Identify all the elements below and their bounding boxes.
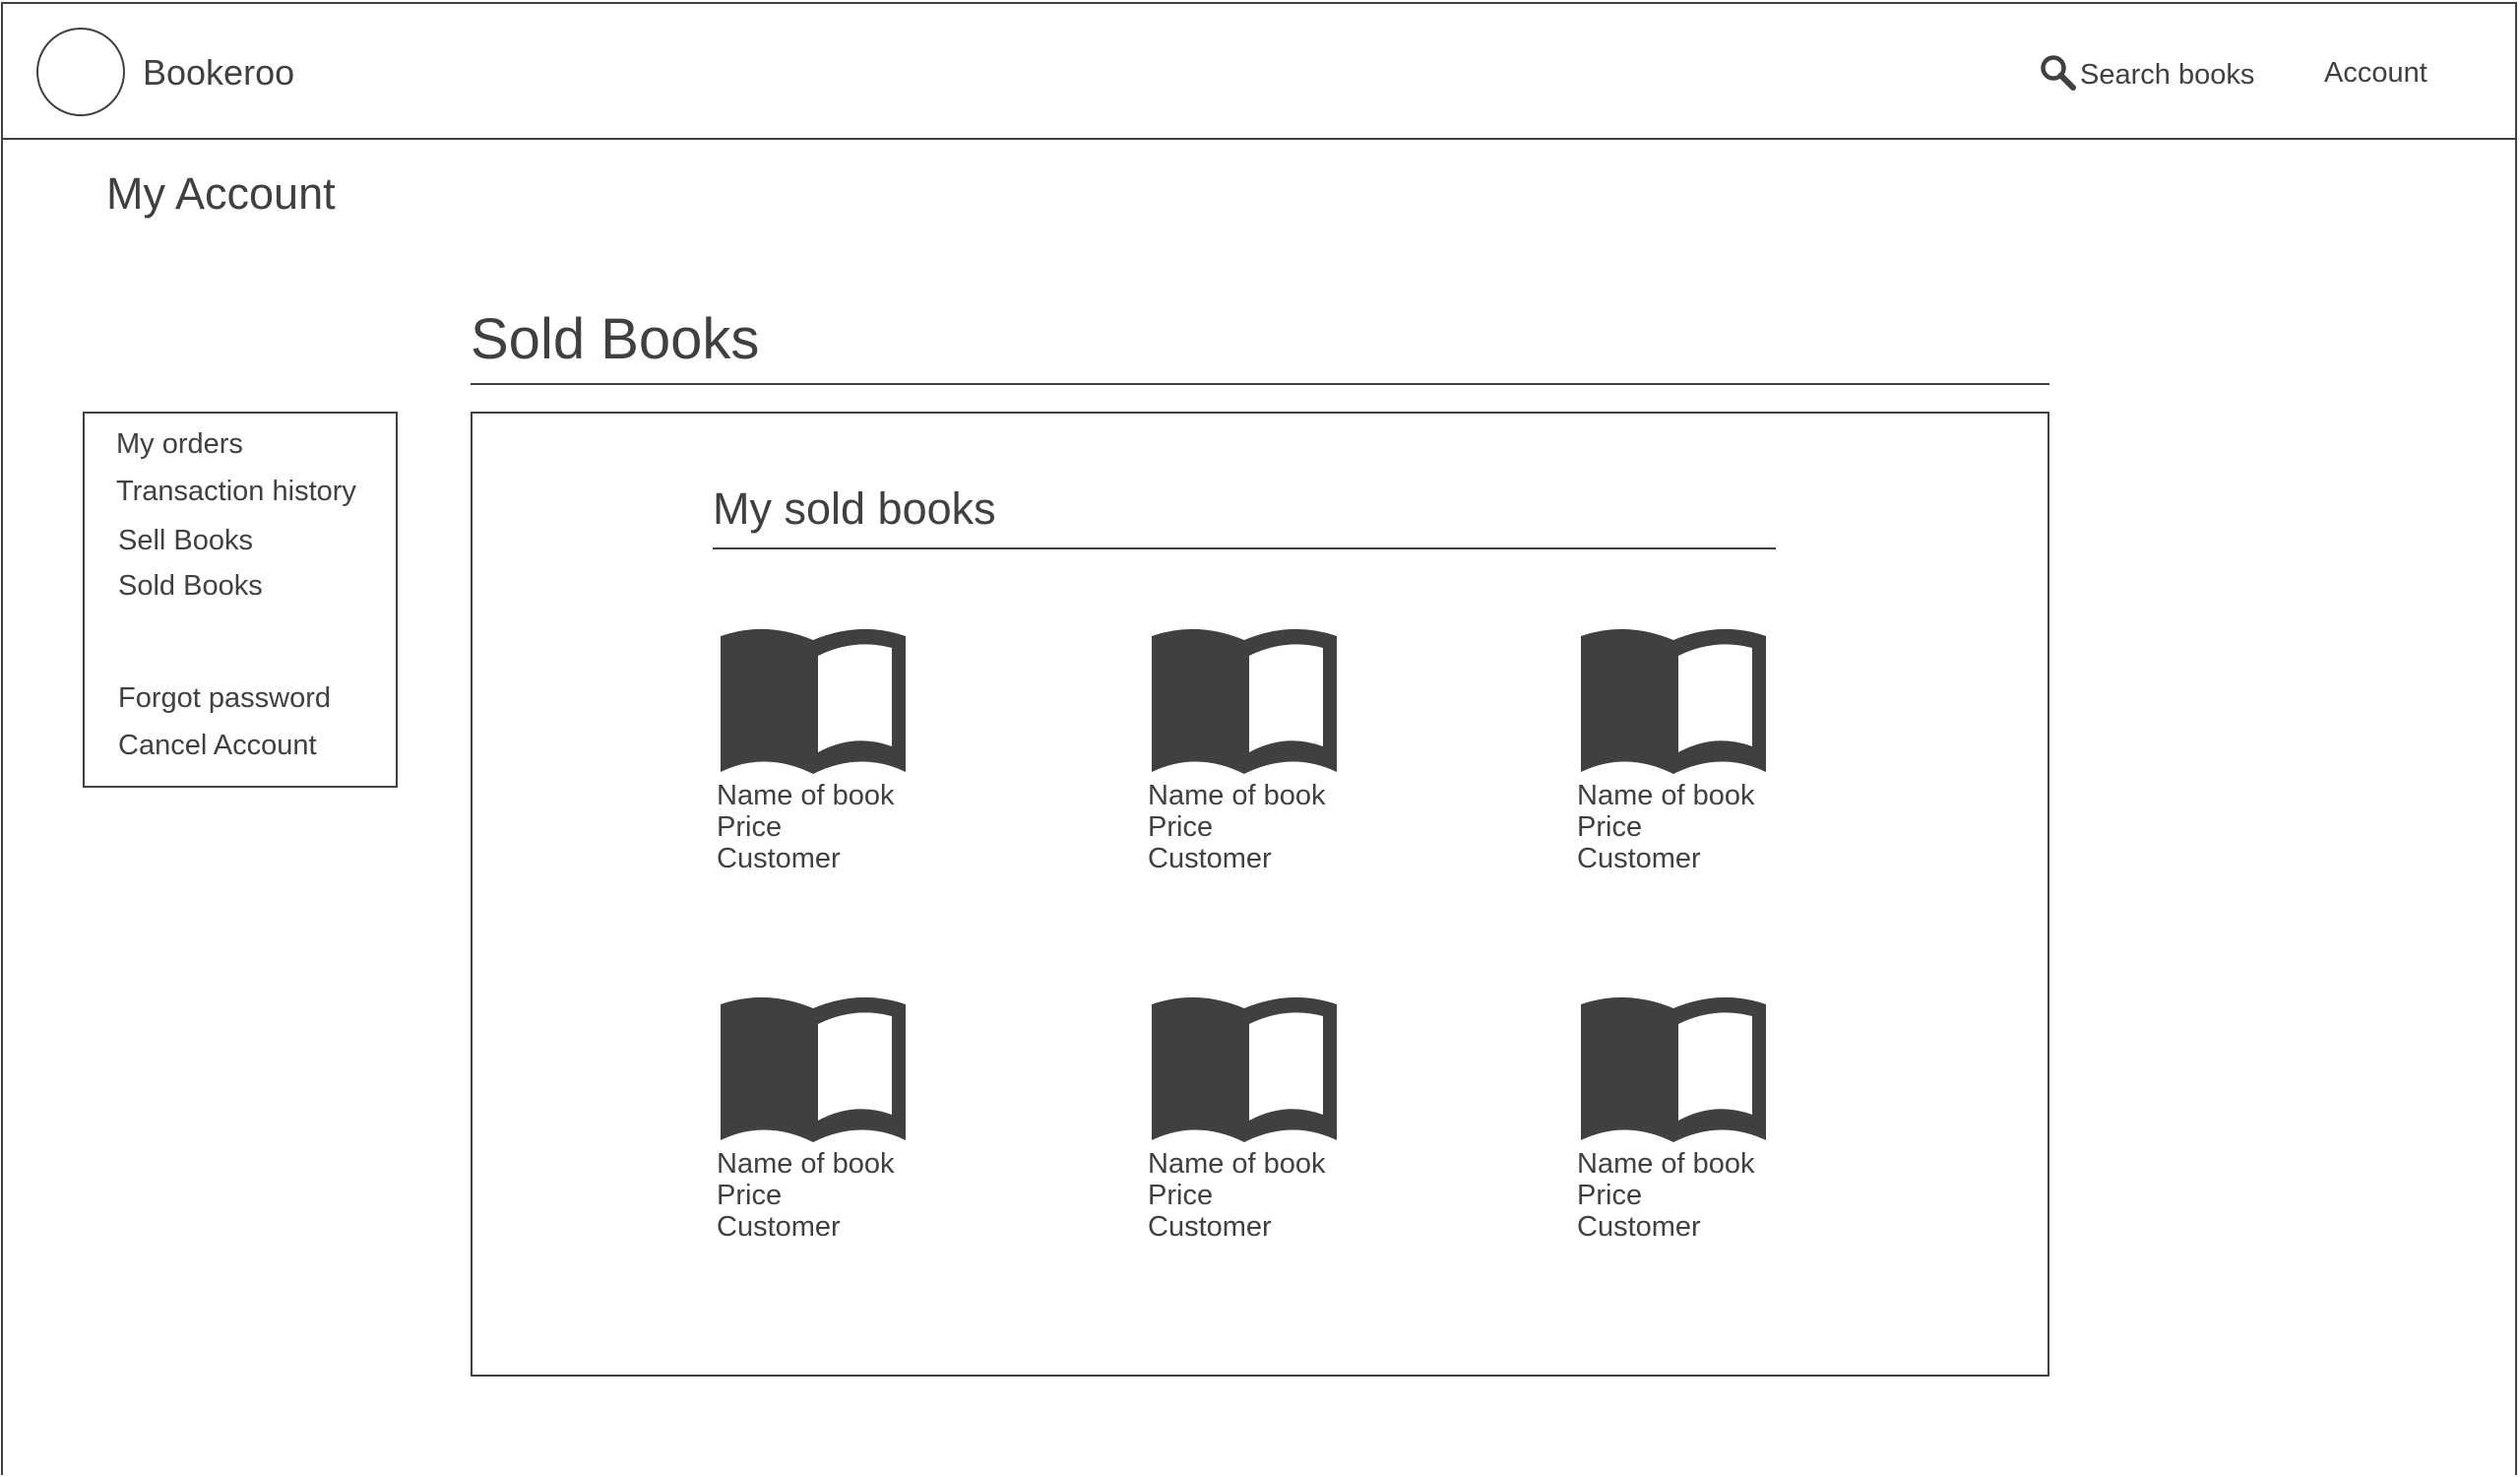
book-price: Price	[717, 1180, 783, 1211]
sold-books-subtitle: My sold books	[713, 483, 996, 534]
sold-book-card[interactable]: Name of book Price Customer	[717, 626, 953, 874]
search-books-label: Search books	[2080, 59, 2255, 91]
sold-book-card[interactable]: Name of book Price Customer	[1577, 626, 1813, 874]
brand-name[interactable]: Bookeroo	[143, 51, 294, 95]
search-icon	[2041, 55, 2076, 91]
book-customer: Customer	[1148, 843, 1272, 874]
section-divider	[471, 383, 2049, 385]
sidebar-item-sell-books[interactable]: Sell Books	[118, 524, 253, 557]
open-book-icon	[1152, 628, 1337, 774]
sidebar-item-my-orders[interactable]: My orders	[116, 427, 243, 461]
book-price: Price	[1148, 811, 1214, 843]
sold-book-card[interactable]: Name of book Price Customer	[717, 995, 953, 1243]
sidebar-item-sold-books[interactable]: Sold Books	[118, 569, 263, 603]
sidebar-item-forgot-password[interactable]: Forgot password	[118, 681, 331, 715]
book-name: Name of book	[1577, 1148, 1755, 1180]
book-customer: Customer	[717, 1211, 841, 1243]
page-title: My Account	[106, 168, 336, 219]
section-title: Sold Books	[471, 307, 760, 371]
sold-book-card[interactable]: Name of book Price Customer	[1148, 626, 1384, 874]
sold-book-card[interactable]: Name of book Price Customer	[1577, 995, 1813, 1243]
book-name: Name of book	[1148, 780, 1326, 811]
book-name: Name of book	[1148, 1148, 1326, 1180]
book-name: Name of book	[717, 780, 895, 811]
sold-book-card[interactable]: Name of book Price Customer	[1148, 995, 1384, 1243]
open-book-icon	[1581, 628, 1766, 774]
book-price: Price	[717, 811, 783, 843]
book-customer: Customer	[1148, 1211, 1272, 1243]
sidebar-item-transaction-history[interactable]: Transaction history	[116, 475, 356, 508]
open-book-icon	[1581, 996, 1766, 1142]
book-name: Name of book	[717, 1148, 895, 1180]
book-price: Price	[1577, 1180, 1643, 1211]
book-price: Price	[1148, 1180, 1214, 1211]
book-customer: Customer	[1577, 1211, 1701, 1243]
open-book-icon	[721, 628, 906, 774]
open-book-icon	[721, 996, 906, 1142]
account-link[interactable]: Account	[2324, 55, 2427, 91]
sidebar-item-cancel-account[interactable]: Cancel Account	[118, 729, 317, 762]
book-price: Price	[1577, 811, 1643, 843]
book-customer: Customer	[717, 843, 841, 874]
book-name: Name of book	[1577, 780, 1755, 811]
account-sidebar: My orders Transaction history Sell Books…	[83, 412, 398, 788]
book-customer: Customer	[1577, 843, 1701, 874]
top-header: Bookeroo Search books Account	[1, 2, 2517, 140]
open-book-icon	[1152, 996, 1337, 1142]
subtitle-divider	[713, 547, 1776, 549]
logo-icon[interactable]	[36, 28, 125, 116]
search-books-button[interactable]: Search books	[2039, 51, 2254, 95]
